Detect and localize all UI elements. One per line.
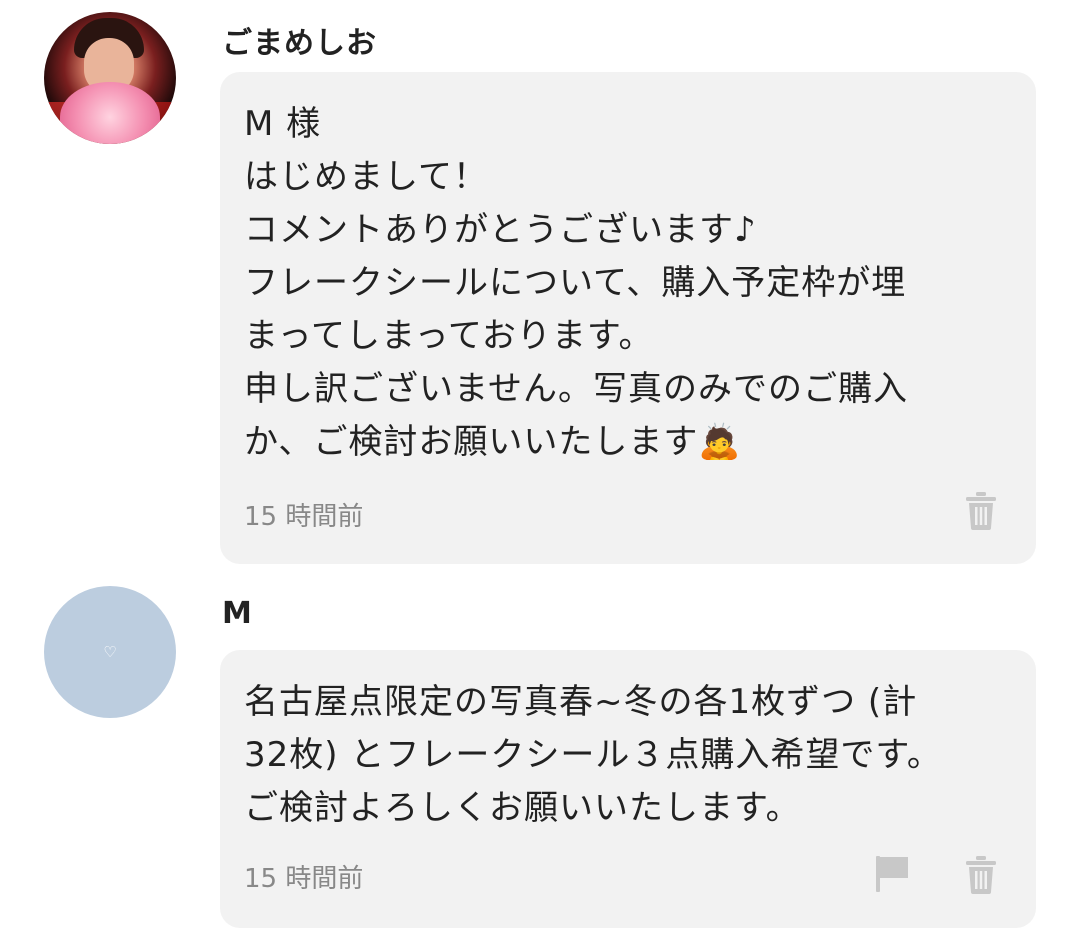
comment-message: 名古屋点限定の写真春~冬の各1枚ずつ (計 32枚) とフレークシール３点購入希… xyxy=(244,682,942,828)
comment-message: M 様 はじめまして！ コメントありがとうございます♪ フレークシールについて、… xyxy=(244,104,908,462)
user-avatar[interactable]: ♡ xyxy=(44,586,176,718)
heart-icon: ♡ xyxy=(103,643,117,661)
trash-icon[interactable] xyxy=(966,492,996,530)
comment-bubble: M 様 はじめまして！ コメントありがとうございます♪ フレークシールについて、… xyxy=(220,72,1036,564)
comment-username[interactable]: ごまめしお xyxy=(222,18,377,62)
trash-icon[interactable] xyxy=(966,856,996,894)
avatar-photo-ruffle xyxy=(60,82,160,144)
comment-bubble: 名古屋点限定の写真春~冬の各1枚ずつ (計 32枚) とフレークシール３点購入希… xyxy=(220,650,1036,928)
comment-timestamp: 15 時間前 xyxy=(244,864,364,894)
flag-icon[interactable] xyxy=(876,856,908,892)
comment-timestamp: 15 時間前 xyxy=(244,502,364,532)
comment-username[interactable]: M xyxy=(222,596,253,631)
user-avatar[interactable] xyxy=(44,12,176,144)
